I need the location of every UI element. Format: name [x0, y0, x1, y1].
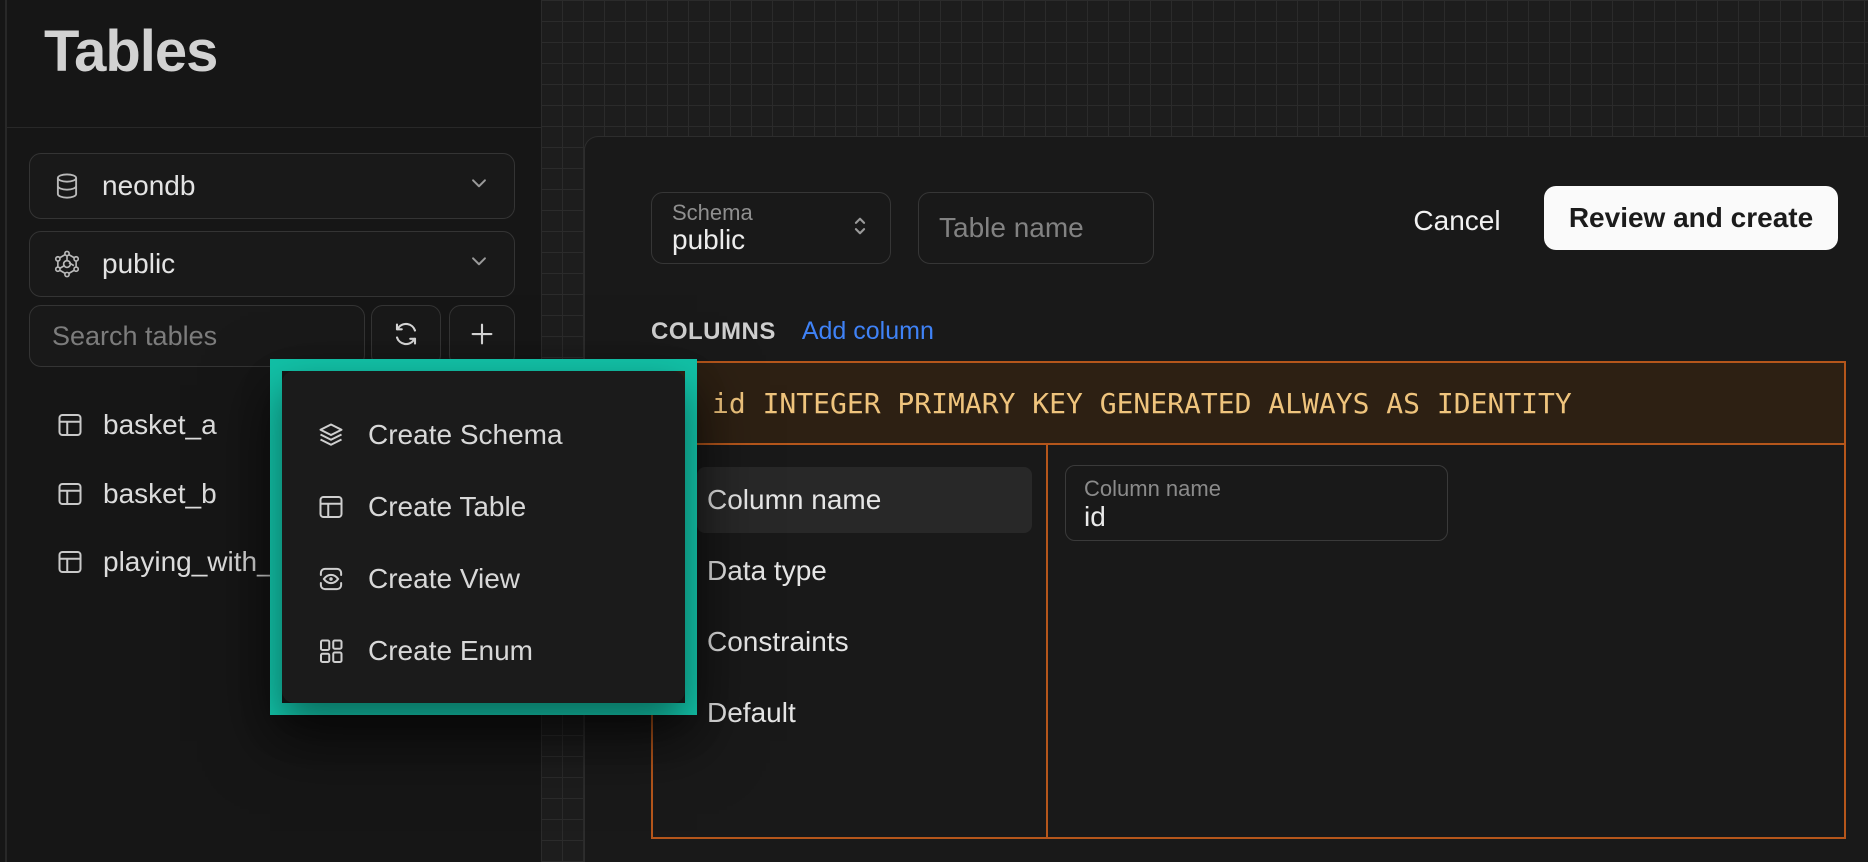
table-icon	[55, 479, 85, 509]
field-tab-label: Default	[707, 697, 796, 729]
column-editor: id INTEGER PRIMARY KEY GENERATED ALWAYS …	[651, 361, 1846, 839]
column-name-field-label: Column name	[1084, 476, 1429, 501]
table-icon	[55, 410, 85, 440]
menu-item-label: Create View	[368, 563, 520, 595]
cancel-button[interactable]: Cancel	[1395, 197, 1519, 245]
column-sql-text: id INTEGER PRIMARY KEY GENERATED ALWAYS …	[712, 387, 1572, 420]
table-name-input[interactable]	[918, 192, 1154, 264]
add-column-link[interactable]: Add column	[802, 317, 934, 346]
schema-field-label: Schema	[672, 201, 753, 225]
field-tab-label: Constraints	[707, 626, 849, 658]
chevron-down-icon	[466, 170, 492, 203]
schema-icon	[52, 249, 82, 279]
columns-title: COLUMNS	[651, 318, 776, 346]
field-detail-panel: Column name	[1048, 445, 1844, 837]
field-tab-column-name[interactable]: Column name	[697, 467, 1032, 533]
sidebar-title: Tables	[44, 18, 217, 85]
columns-header: COLUMNS Add column	[651, 317, 934, 346]
plus-icon	[467, 319, 497, 354]
table-list-item[interactable]: playing_with_	[55, 536, 273, 588]
app-screen: Tables neondb	[0, 0, 1868, 862]
table-icon	[55, 547, 85, 577]
schema-field-value: public	[672, 225, 753, 256]
field-tabs: Column name Data type Constraints Defaul…	[653, 445, 1048, 837]
menu-item-create-schema[interactable]: Create Schema	[282, 399, 685, 471]
sidebar-divider	[6, 127, 541, 128]
chevrons-up-down-icon	[846, 212, 874, 245]
table-name: playing_with_	[103, 546, 273, 578]
refresh-icon	[391, 319, 421, 354]
menu-item-label: Create Enum	[368, 635, 533, 667]
field-tab-label: Data type	[707, 555, 827, 587]
database-select[interactable]: neondb	[29, 153, 515, 219]
column-name-field[interactable]: Column name	[1065, 465, 1448, 541]
sidebar-left-edge	[5, 0, 7, 862]
schema-select-sidebar[interactable]: public	[29, 231, 515, 297]
create-menu: Create Schema Create Table Create V	[282, 371, 685, 703]
grid-icon	[316, 636, 346, 666]
field-tab-data-type[interactable]: Data type	[697, 538, 1032, 604]
schema-select-field[interactable]: Schema public	[651, 192, 891, 264]
add-table-button[interactable]	[449, 305, 515, 367]
chevron-down-icon	[466, 248, 492, 281]
menu-item-label: Create Schema	[368, 419, 563, 451]
field-tab-label: Column name	[707, 484, 881, 516]
review-and-create-button[interactable]: Review and create	[1544, 186, 1838, 250]
menu-item-label: Create Table	[368, 491, 526, 523]
menu-item-create-view[interactable]: Create View	[282, 543, 685, 615]
column-editor-body: Column name Data type Constraints Defaul…	[653, 445, 1844, 837]
column-name-input[interactable]	[1084, 501, 1429, 533]
menu-item-create-table[interactable]: Create Table	[282, 471, 685, 543]
eye-icon	[316, 564, 346, 594]
table-name: basket_b	[103, 478, 217, 510]
field-tab-constraints[interactable]: Constraints	[697, 609, 1032, 675]
database-icon	[52, 171, 82, 201]
table-icon	[316, 492, 346, 522]
refresh-button[interactable]	[371, 305, 441, 367]
table-name: basket_a	[103, 409, 217, 441]
database-select-value: neondb	[102, 170, 195, 202]
create-table-panel: Schema public Cancel Review and create C…	[584, 136, 1868, 862]
column-sql-row[interactable]: id INTEGER PRIMARY KEY GENERATED ALWAYS …	[653, 363, 1844, 445]
field-tab-default[interactable]: Default	[697, 680, 1032, 746]
layers-icon	[316, 420, 346, 450]
table-list-item[interactable]: basket_b	[55, 468, 217, 520]
schema-select-sidebar-value: public	[102, 248, 175, 280]
search-tables-input[interactable]	[29, 305, 365, 367]
table-list-item[interactable]: basket_a	[55, 399, 217, 451]
annotation-highlight-box: Create Schema Create Table Create V	[270, 359, 697, 715]
menu-item-create-enum[interactable]: Create Enum	[282, 615, 685, 687]
